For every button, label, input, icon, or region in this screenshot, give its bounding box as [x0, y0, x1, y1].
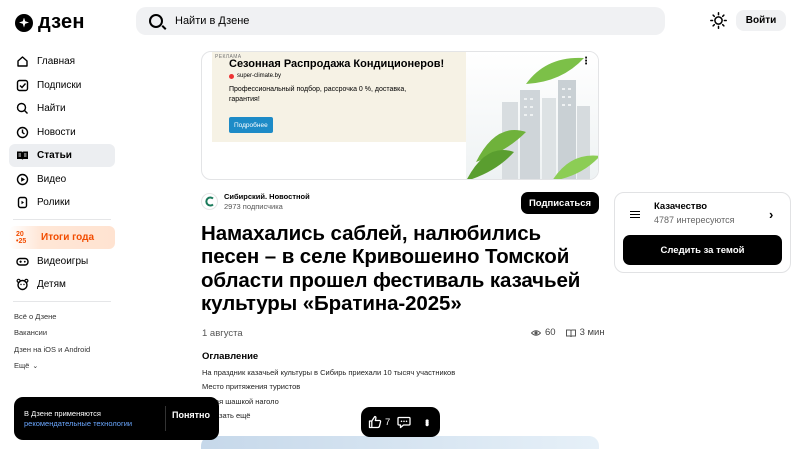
subscribe-button[interactable]: Подписаться	[521, 192, 599, 214]
sidebar-item-video[interactable]: Видео	[9, 168, 115, 191]
book-icon	[565, 329, 576, 337]
sidebar-item-label: Подписки	[37, 79, 82, 91]
search-input[interactable]	[175, 15, 635, 27]
search-icon	[149, 14, 163, 28]
kids-icon	[16, 278, 29, 291]
topic-card: Казачество 4787 интересуются › Следить з…	[614, 192, 791, 273]
sidebar-divider	[13, 301, 111, 302]
search-bar[interactable]	[136, 7, 665, 35]
zen-article-page: дзен Войти Главная Подп	[0, 0, 800, 449]
sidebar-item-clips[interactable]: Ролики	[9, 191, 115, 214]
sidebar-item-year-results[interactable]: 20 •25 Итоги года	[9, 226, 115, 249]
article-image	[201, 436, 599, 449]
author-subscribers: 2973 подписчика	[224, 202, 283, 211]
comment-button[interactable]	[397, 415, 411, 429]
channel-logo-icon	[205, 196, 214, 207]
theme-toggle[interactable]	[710, 12, 727, 29]
topic-name[interactable]: Казачество	[654, 201, 707, 212]
toc-item[interactable]: Место притяжения туристов	[202, 380, 455, 394]
footer-link-jobs[interactable]: Вакансии	[9, 325, 115, 342]
likes-count: 7	[385, 416, 391, 428]
subscriptions-icon	[16, 79, 29, 92]
sidebar-item-label: Детям	[37, 279, 66, 290]
ad-favicon-icon	[229, 73, 234, 79]
footer-link-apps[interactable]: Дзен на iOS и Android	[9, 341, 115, 358]
search-icon	[16, 102, 29, 115]
article-date: 1 августа	[202, 328, 243, 339]
read-time: 3 мин	[579, 327, 605, 338]
video-icon	[16, 173, 29, 186]
toc-item[interactable]: На праздник казачьей культуры в Сибирь п…	[202, 366, 455, 380]
author-bar[interactable]: Сибирский. Новостной 2973 подписчика	[201, 192, 310, 211]
sidebar-item-label: Ролики	[37, 197, 70, 208]
sidebar-item-label: Новости	[37, 126, 76, 138]
toc-title: Оглавление	[202, 351, 259, 362]
year-icon-bottom: •25	[16, 237, 27, 245]
author-name[interactable]: Сибирский. Новостной	[224, 192, 310, 201]
article-stats: 60 3 мин	[531, 327, 605, 338]
chevron-right-icon[interactable]: ›	[769, 207, 773, 222]
footer-more-button[interactable]: Ещё ⌄	[9, 358, 115, 375]
home-icon	[16, 55, 29, 68]
ad-domain: super-climate.by	[229, 73, 281, 79]
sidebar-item-home[interactable]: Главная	[9, 50, 115, 73]
ad-banner[interactable]: РЕКЛАМА Сезонная Распродажа Кондиционеро…	[201, 51, 599, 180]
follow-topic-button[interactable]: Следить за темой	[623, 235, 782, 265]
thumbs-up-icon	[368, 415, 382, 429]
sidebar-item-subscriptions[interactable]: Подписки	[9, 74, 115, 97]
sidebar-item-label: Итоги года	[41, 232, 95, 243]
sidebar-item-label: Видеоигры	[37, 255, 89, 267]
views-count: 60	[545, 327, 556, 338]
toast-divider	[165, 406, 166, 431]
articles-icon	[16, 149, 29, 162]
sidebar-item-label: Статьи	[37, 150, 72, 161]
toast-link[interactable]: рекомендательные технологии	[24, 419, 132, 429]
menu-icon	[630, 211, 640, 218]
sidebar-divider	[13, 219, 111, 220]
more-label: Ещё	[14, 361, 30, 371]
footer-link-about[interactable]: Всё о Дзене	[9, 308, 115, 325]
sidebar-item-find[interactable]: Найти	[9, 97, 115, 120]
sidebar-item-label: Главная	[37, 56, 76, 67]
more-options-icon[interactable]: •••	[420, 419, 432, 425]
sidebar-item-label: Видео	[37, 173, 67, 185]
author-avatar	[201, 193, 218, 210]
chevron-down-icon: ⌄	[32, 362, 39, 370]
sidebar: Главная Подписки Найти Новости Статьи Ви…	[9, 50, 115, 374]
toast-message: В Дзене применяются	[24, 409, 101, 418]
ad-domain-text: super-climate.by	[237, 73, 282, 79]
recommendation-toast: В Дзене применяются рекомендательные тех…	[14, 397, 219, 440]
buildings-leaves-image	[467, 57, 598, 179]
ad-more-button[interactable]: Подробнее	[229, 117, 273, 133]
gamepad-icon	[16, 255, 29, 268]
eye-icon	[531, 329, 541, 336]
zen-logo[interactable]: дзен	[15, 11, 85, 34]
ad-description: Профессиональный подбор, рассрочка 0 %, …	[229, 86, 407, 103]
author-info: Сибирский. Новостной 2973 подписчика	[224, 192, 310, 211]
sidebar-item-label: Найти	[37, 103, 66, 114]
toast-ok-button[interactable]: Понятно	[172, 410, 210, 420]
sidebar-item-videogames[interactable]: Видеоигры	[9, 250, 115, 273]
ad-title[interactable]: Сезонная Распродажа Кондиционеров!	[229, 58, 444, 70]
news-icon	[16, 126, 29, 139]
clips-icon	[16, 196, 29, 209]
zen-logo-text: дзен	[38, 11, 85, 33]
year-2025-icon: 20 •25	[16, 231, 33, 245]
article-action-bar: 7 •••	[361, 407, 440, 437]
sidebar-item-news[interactable]: Новости	[9, 121, 115, 144]
sidebar-item-articles[interactable]: Статьи	[9, 144, 115, 167]
comment-icon	[397, 416, 411, 429]
sun-icon	[710, 12, 727, 29]
year-icon-top: 20	[16, 230, 24, 238]
ad-image-buildings	[466, 52, 598, 179]
topic-count: 4787 интересуются	[654, 215, 735, 225]
toast-text: В Дзене применяются рекомендательные тех…	[24, 409, 132, 429]
login-button[interactable]: Войти	[736, 10, 786, 31]
sidebar-item-kids[interactable]: Детям	[9, 273, 115, 296]
ad-menu-icon[interactable]: ⋮	[581, 57, 591, 67]
like-button[interactable]: 7	[368, 415, 390, 429]
zen-logo-icon	[15, 13, 33, 32]
article-title: Намахались саблей, налюбились песен – в …	[201, 222, 581, 315]
